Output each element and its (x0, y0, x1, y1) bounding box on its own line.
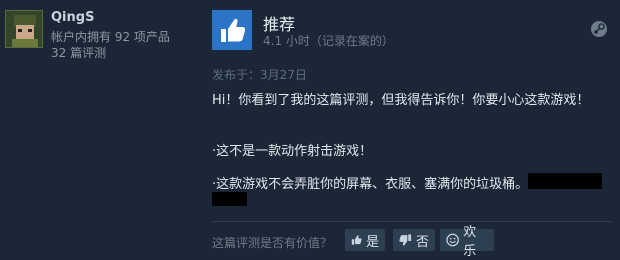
reviews-count[interactable]: 32 篇评测 (51, 44, 106, 61)
review-text-line: Hi！你看到了我的这篇评测，但我得告诉你！你要小心这款游戏！ (212, 93, 590, 108)
review-text-line: ·这不是一款动作射击游戏！ (212, 144, 373, 159)
vote-yes-label: 是 (365, 234, 379, 250)
helpful-question: 这篇评测是否有价值？ (212, 236, 333, 250)
vote-funny-button[interactable]: 欢乐 (440, 225, 494, 259)
thumbs-up-icon[interactable] (212, 10, 252, 50)
redaction-bar (212, 192, 247, 206)
avatar[interactable] (5, 10, 43, 48)
username[interactable]: QingS (51, 10, 94, 25)
steam-icon (590, 20, 608, 38)
review-text-line: ·这款游戏不会弄脏你的屏幕、衣服、塞满你的垃圾桶。 (212, 177, 529, 192)
thumbs-down-icon (399, 234, 412, 246)
redaction-bar (528, 173, 602, 189)
posted-date: 发布于：3月27日 (212, 68, 307, 82)
hours-played: 4.1 小时（记录在案的） (263, 34, 394, 48)
thumbs-up-icon (351, 235, 362, 245)
vote-no-button[interactable]: 否 (393, 229, 435, 251)
vote-no-label: 否 (415, 234, 429, 250)
smile-icon (446, 233, 459, 247)
vote-funny-label: 欢乐 (463, 225, 477, 259)
products-owned[interactable]: 帐户内拥有 92 项产品 (51, 28, 170, 45)
vote-yes-button[interactable]: 是 (345, 229, 385, 251)
divider (212, 221, 612, 222)
